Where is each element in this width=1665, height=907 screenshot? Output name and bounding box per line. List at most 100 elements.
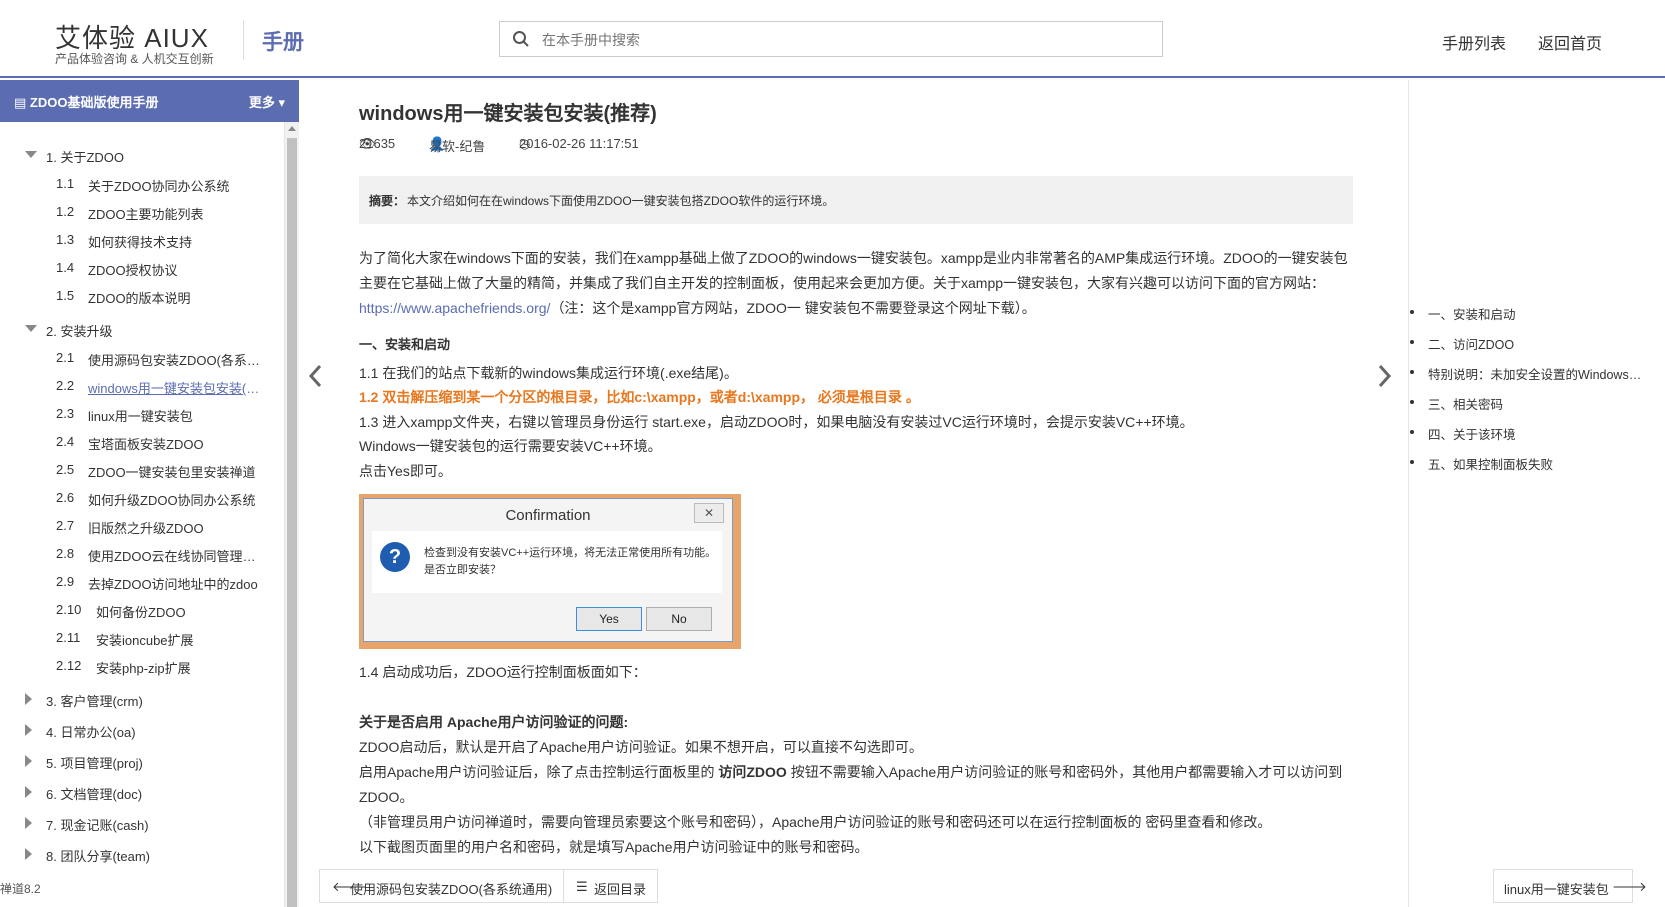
sidebar-scrollbar[interactable] <box>284 122 299 907</box>
header-divider <box>243 20 244 60</box>
toc-item[interactable]: 四、关于该环境 <box>1428 424 1650 443</box>
arrow-right-icon: 🡒 <box>1612 879 1647 894</box>
toc-bullet <box>1410 310 1414 314</box>
expand-right-icon <box>25 817 32 829</box>
dialog-body: ? 检查到没有安装VC++运行环境，将无法正常使用所有功能。是否立即安装？ <box>372 531 722 593</box>
chapter-label: 3. 客户管理(crm) <box>46 694 143 709</box>
item-num: 2.3 <box>56 406 75 421</box>
item-label: 使用ZDOO云在线协同管理平台 <box>88 549 264 564</box>
logo-subtitle: 产品体验咨询 & 人机交互创新 <box>55 52 214 66</box>
item-num: 2.12 <box>56 658 82 673</box>
section-install-heading: 一、安装和启动 <box>359 337 451 352</box>
item-label: 使用源码包安装ZDOO(各系统通用) <box>88 353 264 368</box>
expand-right-icon <box>25 786 32 798</box>
version-label: 禅道8.2 <box>0 882 41 896</box>
chapter-label: 2. 安装升级 <box>46 324 113 339</box>
item-num: 1.2 <box>56 204 75 219</box>
step-1-3: 1.3 进入xampp文件夹，右键以管理员身份运行 start.exe，启动ZD… <box>359 414 1194 430</box>
prev-page-arrow-icon[interactable] <box>308 364 322 388</box>
item-label: ZDOO一键安装包里安装禅道 <box>88 465 256 480</box>
item-num: 2.1 <box>56 350 75 365</box>
intro-line-2: 主要在它基础上做了大量的精简，并集成了我们自主开发的控制面板，使用起来会更加方便… <box>359 275 1326 291</box>
item-label: linux用一键安装包 <box>88 409 193 424</box>
item-label: 旧版然之升级ZDOO <box>88 521 204 536</box>
item-num: 1.4 <box>56 260 75 275</box>
item-num: 2.6 <box>56 490 75 505</box>
item-label: 安装ioncube扩展 <box>96 633 194 648</box>
apache-line-4: （非管理员用户访问禅道时，需要向管理员索要这个账号和密码），Apache用户访问… <box>359 814 1272 830</box>
toc-divider <box>1408 80 1409 907</box>
item-label: windows用一键安装包安装(推荐) <box>88 381 264 396</box>
apache-line-5: 以下截图页面里的用户名和密码，就是填写Apache用户访问验证中的账号和密码。 <box>359 839 869 855</box>
step-1-4: 1.4 启动成功后，ZDOO运行控制面板面如下： <box>359 664 647 680</box>
sidebar-title-text: ZDOO基础版使用手册 <box>29 95 159 110</box>
intro-line-1: 为了简化大家在windows下面的安装，我们在xampp基础上做了ZDOO的wi… <box>359 250 1348 266</box>
apachefriends-link[interactable]: https://www.apachefriends.org/ <box>359 300 550 316</box>
apache-heading: 关于是否启用 Apache用户访问验证的问题: <box>359 714 629 730</box>
expand-right-icon <box>25 693 32 705</box>
toc-bullet <box>1410 430 1414 434</box>
scroll-up-icon[interactable] <box>288 126 296 131</box>
manual-list-link[interactable]: 手册列表 <box>1442 30 1506 54</box>
chapter-label: 7. 现金记账(cash) <box>46 818 149 833</box>
home-link[interactable]: 返回首页 <box>1538 30 1602 54</box>
toc-item[interactable]: 五、如果控制面板失败 <box>1428 454 1650 473</box>
item-label: ZDOO的版本说明 <box>88 291 191 306</box>
book-icon: ▤ <box>14 95 30 110</box>
item-label: ZDOO授权协议 <box>88 263 178 278</box>
prev-article-button[interactable]: 🡐 使用源码包安装ZDOO(各系统通用) <box>319 869 564 903</box>
next-article-button[interactable]: linux用一键安装包 🡒 <box>1493 869 1647 903</box>
expand-down-icon <box>25 151 37 158</box>
sidebar-title[interactable]: ▤ ZDOO基础版使用手册 <box>14 92 158 111</box>
toc-bullet <box>1410 370 1414 374</box>
item-label: 宝塔面板安装ZDOO <box>88 437 204 452</box>
dialog-yes-button: Yes <box>576 607 642 631</box>
item-num: 2.10 <box>56 602 82 617</box>
item-num: 2.2 <box>56 378 75 393</box>
step-1-1: 1.1 在我们的站点下载新的windows集成运行环境(.exe结尾)。 <box>359 365 738 381</box>
apache-line-1: ZDOO启动后，默认是开启了Apache用户访问验证。如果不想开启，可以直接不勾… <box>359 739 923 755</box>
question-icon: ? <box>380 542 410 572</box>
toc-bullet <box>1410 340 1414 344</box>
item-num: 1.1 <box>56 176 75 191</box>
confirmation-screenshot: Confirmation ✕ ? 检查到没有安装VC++运行环境，将无法正常使用… <box>359 494 741 649</box>
item-label: 安装php-zip扩展 <box>96 661 191 676</box>
toc-item[interactable]: 二、访问ZDOO <box>1428 334 1650 353</box>
toc-item[interactable]: 三、相关密码 <box>1428 394 1650 413</box>
apache-text-a: 启用Apache用户访问验证后，除了点击控制运行面板里的 <box>359 764 719 780</box>
search-box[interactable] <box>499 21 1163 58</box>
summary-box: 摘要： 本文介绍如何在在windows下面使用ZDOO一键安装包搭ZDOO软件的… <box>359 176 1353 224</box>
item-label: 关于ZDOO协同办公系统 <box>88 179 230 194</box>
expand-down-icon <box>25 325 37 332</box>
author-name: 易软-纪鲁 <box>429 139 486 154</box>
next-page-arrow-icon[interactable] <box>1378 364 1392 388</box>
dialog-close-icon: ✕ <box>694 503 724 523</box>
back-to-catalog-button[interactable]: ☰ 返回目录 <box>563 869 658 903</box>
dialog-message: 检查到没有安装VC++运行环境，将无法正常使用所有功能。是否立即安装？ <box>424 547 717 576</box>
chapter-label: 6. 文档管理(doc) <box>46 787 143 802</box>
expand-right-icon <box>25 848 32 860</box>
toc-item[interactable]: 一、安装和启动 <box>1428 304 1650 323</box>
toc-bullet <box>1410 460 1414 464</box>
header: 艾体验 AIUX 产品体验咨询 & 人机交互创新 手册 手册列表 返回首页 <box>0 0 1665 78</box>
prev-article-label: 使用源码包安装ZDOO(各系统通用) <box>350 882 553 897</box>
item-label: 如何获得技术支持 <box>88 235 193 250</box>
more-dropdown[interactable]: 更多 ▾ <box>249 92 285 111</box>
apache-text-b: 访问ZDOO <box>718 764 787 780</box>
step-1-3b: Windows一键安装包的运行需要安装VC++环境。 <box>359 438 662 454</box>
item-label: 如何备份ZDOO <box>96 605 186 620</box>
item-num: 1.3 <box>56 232 75 247</box>
step-1-3c: 点击Yes即可。 <box>359 463 452 479</box>
manual-link[interactable]: 手册 <box>262 26 304 56</box>
item-num: 2.4 <box>56 434 75 449</box>
step-1-2: 1.2 双击解压缩到某一个分区的根目录，比如c:\xampp，或者d:\xamp… <box>359 389 920 405</box>
date-text: 2016-02-26 11:17:51 <box>519 136 639 151</box>
scrollbar-thumb[interactable] <box>287 138 297 907</box>
sidebar-tree: 1. 关于ZDOO 1.1 关于ZDOO协同办公系统 1.2 ZDOO主要功能列表 … <box>0 122 284 907</box>
search-input[interactable] <box>540 22 1144 58</box>
summary-text: 本文介绍如何在在windows下面使用ZDOO一键安装包搭ZDOO软件的运行环境… <box>407 194 835 208</box>
apache-text-c: 按钮不需要输入Apache用户访问验证的账号和密码外，其他用户都需要输入才可以访… <box>786 764 1343 780</box>
item-num: 2.9 <box>56 574 75 589</box>
item-num: 2.8 <box>56 546 75 561</box>
toc-item[interactable]: 特别说明：未加安全设置的Windows一键安装包 <box>1428 364 1650 383</box>
